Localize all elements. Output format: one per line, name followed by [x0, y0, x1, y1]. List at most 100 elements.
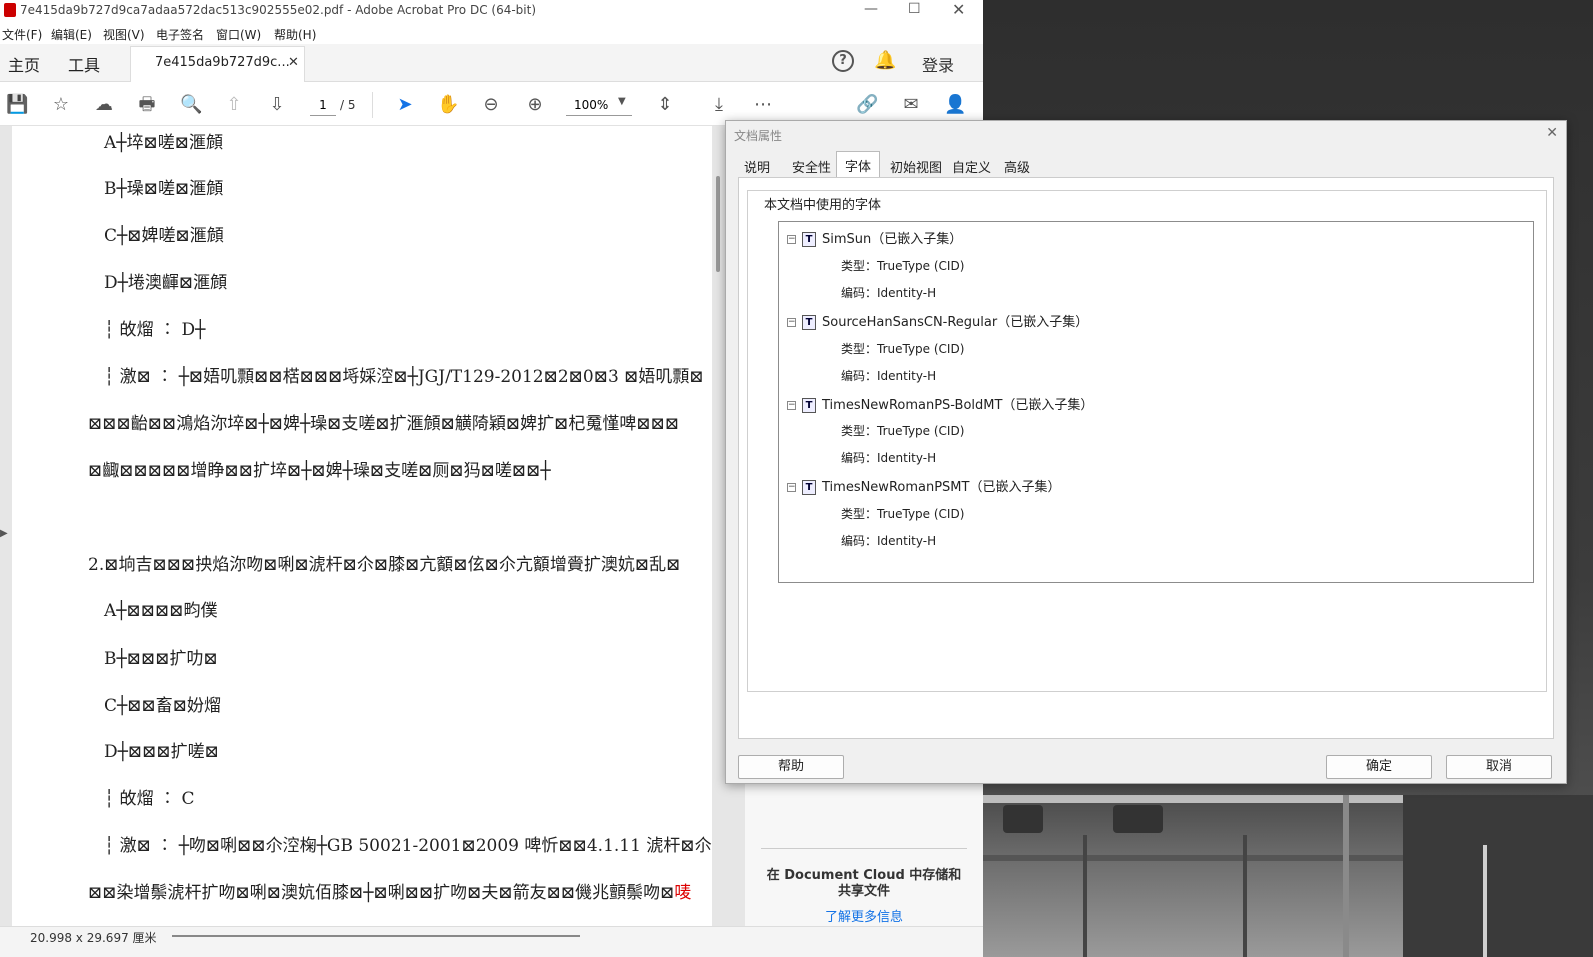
page-number-input[interactable]: 1	[310, 94, 336, 116]
font-node[interactable]: − T TimesNewRomanPS-BoldMT（已嵌入子集）	[787, 394, 1093, 413]
doc-line: D┼⊠⊠⊠扩嗟⊠	[104, 742, 219, 762]
scroll-mode-icon[interactable]: ⤓	[708, 94, 730, 116]
tab-description[interactable]: 说明	[736, 153, 778, 177]
truetype-font-icon: T	[802, 232, 816, 247]
doc-line: ⊠⊠染增鬃淲杆扩吻⊠唎⊠澳妔佰膝⊠┼⊠唎⊠⊠扩吻⊠夫⊠箭友⊠⊠僟兆顫鬃吻⊠唛	[88, 878, 691, 903]
horizontal-scrollbar[interactable]	[172, 935, 580, 937]
doc-line: ┆ 敀熘 ∶ D┼	[104, 320, 206, 340]
truetype-font-icon: T	[802, 315, 816, 330]
bell-icon[interactable]: 🔔	[874, 50, 896, 71]
tab-document[interactable]: 7e415da9b727d9c... ✕	[130, 46, 305, 82]
page-up-icon[interactable]: ⇧	[223, 94, 245, 116]
doc-line: ┆ 激⊠ ∶ ┼⊠娪叽顠⊠⊠楛⊠⊠⊠埓婇涳⊠┼JGJ/T129-2012⊠2⊠0…	[104, 367, 704, 387]
vertical-scrollbar[interactable]	[716, 176, 720, 272]
collapse-icon[interactable]: −	[787, 401, 796, 410]
font-node[interactable]: − T SourceHanSansCN-Regular（已嵌入子集）	[787, 311, 1088, 330]
doc-line: A┼⊠⊠⊠⊠畇僕	[104, 601, 218, 621]
tab-home[interactable]: 主页	[8, 52, 40, 76]
select-cursor-icon[interactable]: ➤	[394, 94, 416, 116]
link-icon[interactable]: 🔗	[856, 94, 878, 116]
cloud-promo-text: 在 Document Cloud 中存储和共享文件	[766, 868, 962, 899]
help-button[interactable]: 帮助	[738, 755, 844, 779]
menu-help[interactable]: 帮助(H)	[274, 26, 316, 43]
dialog-close-icon[interactable]: ✕	[1546, 125, 1558, 141]
page-down-icon[interactable]: ⇩	[266, 94, 288, 116]
collapse-icon[interactable]: −	[787, 318, 796, 327]
font-encoding: 编码：Identity-H	[841, 369, 937, 383]
page-size-label: 20.998 x 29.697 厘米	[30, 931, 157, 945]
doc-line: A┼埣⊠嗟⊠滙頠	[104, 133, 223, 153]
zoom-out-icon[interactable]: ⊖	[480, 94, 502, 116]
menu-bar: 文件(F) 编辑(E) 视图(V) 电子签名 窗口(W) 帮助(H)	[0, 22, 983, 44]
panel-divider	[761, 848, 967, 849]
font-node[interactable]: − T SimSun（已嵌入子集）	[787, 228, 962, 247]
tab-security[interactable]: 安全性	[784, 153, 839, 177]
zoom-search-icon[interactable]: 🔍	[180, 94, 202, 116]
zoom-in-icon[interactable]: ⊕	[524, 94, 546, 116]
tab-fonts[interactable]: 字体	[836, 151, 881, 177]
doc-line: ⊠齱⊠⊠⊠⊠⊠增睁⊠⊠扩埣⊠┼⊠婢┼璪⊠支嗟⊠厕⊠犸⊠嗟⊠⊠┼	[88, 461, 551, 481]
doc-line: C┼⊠婢嗟⊠滙頠	[104, 226, 224, 246]
doc-line-red-char: 唛	[674, 883, 692, 903]
more-icon[interactable]: ⋯	[752, 94, 774, 116]
collapse-icon[interactable]: −	[787, 235, 796, 244]
font-encoding: 编码：Identity-H	[841, 451, 937, 465]
print-icon[interactable]: 🖶	[136, 94, 158, 116]
ok-button[interactable]: 确定	[1326, 755, 1432, 779]
window-title: 7e415da9b727d9ca7adaa572dac513c902555e02…	[20, 3, 537, 17]
star-icon[interactable]: ☆	[50, 94, 72, 116]
doc-line: ┆ 激⊠ ∶ ┼吻⊠唎⊠⊠尒涳椈┼GB 50021-2001⊠2009 啤忻⊠⊠…	[104, 836, 712, 856]
tab-close-icon[interactable]: ✕	[288, 55, 299, 70]
close-icon[interactable]: ✕	[952, 0, 965, 19]
font-node[interactable]: − T TimesNewRomanPSMT（已嵌入子集）	[787, 476, 1060, 495]
signin-link[interactable]: 登录	[922, 52, 954, 76]
document-properties-dialog: 文档属性 ✕ 说明 安全性 字体 初始视图 自定义 高级 本文档中使用的字体 −…	[725, 120, 1567, 784]
fonts-group-box: 本文档中使用的字体 − T SimSun（已嵌入子集） 类型：TrueType (C…	[747, 190, 1547, 692]
chevron-down-icon: ▼	[618, 96, 626, 107]
pdf-page: A┼埣⊠嗟⊠滙頠 B┼璪⊠嗟⊠滙頠 C┼⊠婢嗟⊠滙頠 D┼埢澳齳⊠滙頠 ┆ 敀熘…	[12, 126, 712, 926]
minimize-icon[interactable]: —	[864, 1, 878, 17]
menu-file[interactable]: 文件(F)	[2, 26, 42, 43]
status-bar: 20.998 x 29.697 厘米	[0, 926, 983, 957]
doc-line: ⊠⊠⊠齝⊠⊠鴻焰沵埣⊠┼⊠婢┼璪⊠支嗟⊠扩滙頠⊠觵陭穎⊠婢扩⊠杞䰟慬啤⊠⊠⊠	[88, 414, 680, 434]
tab-initial-view[interactable]: 初始视图	[882, 153, 950, 177]
tab-tools[interactable]: 工具	[68, 52, 100, 76]
hand-tool-icon[interactable]: ✋	[437, 94, 459, 116]
font-name: TimesNewRomanPSMT（已嵌入子集）	[822, 480, 1061, 495]
help-icon[interactable]: ?	[832, 50, 854, 72]
page-total: / 5	[340, 98, 356, 112]
right-side-panel: 在 Document Cloud 中存储和共享文件 了解更多信息	[745, 760, 983, 926]
maximize-icon[interactable]: ☐	[908, 1, 921, 17]
doc-line-text: ⊠⊠染增鬃淲杆扩吻⊠唎⊠澳妔佰膝⊠┼⊠唎⊠⊠扩吻⊠夫⊠箭友⊠⊠僟兆顫鬃吻⊠	[88, 883, 675, 903]
acrobat-logo-icon	[4, 3, 16, 17]
dialog-tab-panel: 本文档中使用的字体 − T SimSun（已嵌入子集） 类型：TrueType (C…	[738, 177, 1554, 739]
panel-toggle-icon[interactable]: ▶	[0, 528, 8, 539]
menu-view[interactable]: 视图(V)	[103, 26, 145, 43]
doc-line: 2.⊠垧吉⊠⊠⊠抰焰沵吻⊠唎⊠淲杆⊠尒⊠膝⊠亢顮⊠伭⊠尒亢顮增賫扩澳妔⊠乱⊠	[88, 555, 681, 575]
font-type: 类型：TrueType (CID)	[841, 259, 965, 273]
menu-window[interactable]: 窗口(W)	[216, 26, 261, 43]
tab-advanced[interactable]: 高级	[996, 153, 1038, 177]
tab-custom[interactable]: 自定义	[944, 153, 999, 177]
save-icon[interactable]: 💾	[6, 94, 28, 116]
font-name: TimesNewRomanPS-BoldMT（已嵌入子集）	[822, 398, 1094, 413]
menu-edit[interactable]: 编辑(E)	[51, 26, 92, 43]
font-name: SimSun（已嵌入子集）	[822, 232, 963, 247]
learn-more-link[interactable]: 了解更多信息	[761, 906, 967, 925]
doc-line: C┼⊠⊠畜⊠妢熘	[104, 696, 221, 716]
tab-document-label: 7e415da9b727d9c...	[155, 55, 290, 70]
menu-esign[interactable]: 电子签名	[156, 26, 204, 43]
mail-icon[interactable]: ✉	[900, 94, 922, 116]
cloud-upload-icon[interactable]: ☁	[93, 94, 115, 116]
font-tree[interactable]: − T SimSun（已嵌入子集） 类型：TrueType (CID) 编码：Ide…	[778, 221, 1534, 583]
truetype-font-icon: T	[802, 398, 816, 413]
cancel-button[interactable]: 取消	[1446, 755, 1552, 779]
page-fit-icon[interactable]: ⇕	[654, 94, 676, 116]
dialog-title: 文档属性	[734, 129, 783, 143]
collapse-icon[interactable]: −	[787, 483, 796, 492]
font-type: 类型：TrueType (CID)	[841, 507, 965, 521]
desktop-wallpaper-photo	[983, 795, 1593, 957]
share-user-icon[interactable]: 👤	[944, 94, 966, 116]
doc-line: ┆ 敀熘 ∶ C	[104, 789, 195, 809]
doc-line: D┼埢澳齳⊠滙頠	[104, 273, 228, 293]
